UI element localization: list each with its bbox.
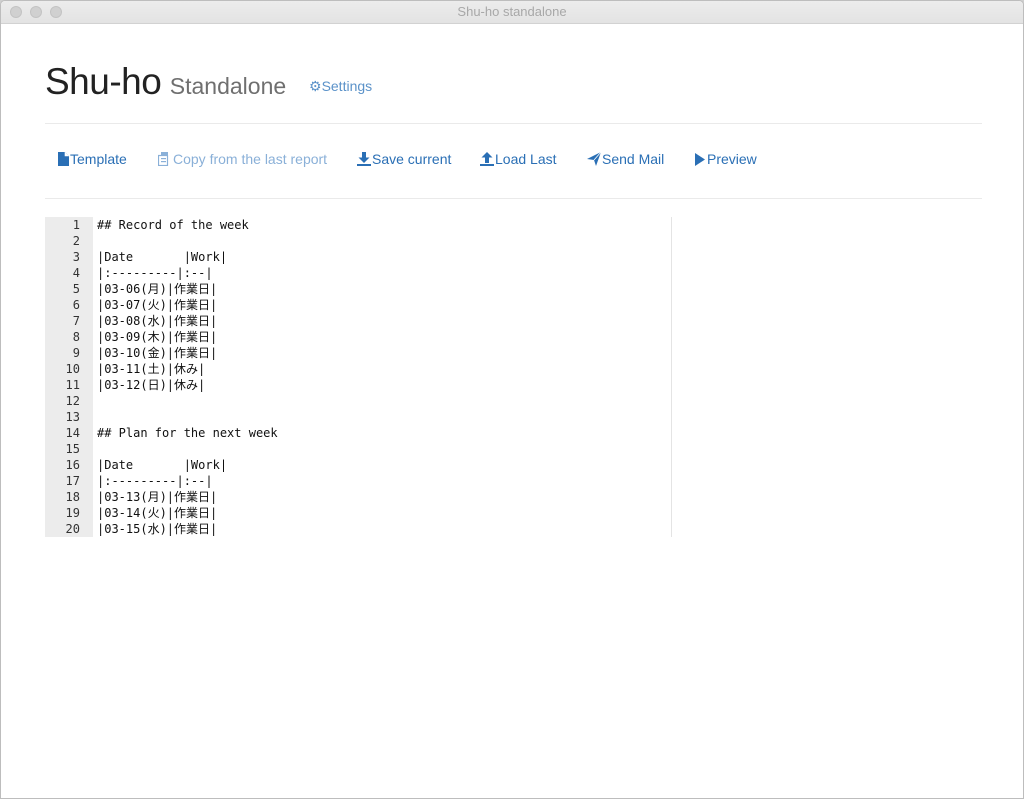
line-number: 18 <box>65 490 80 504</box>
window-title: Shu-ho standalone <box>457 4 567 19</box>
line-text[interactable]: |Date |Work| <box>97 249 227 265</box>
editor-line: 7 |03-08(水)|作業日| <box>45 313 671 329</box>
line-number: 8 <box>72 330 80 344</box>
line-number: 20 <box>65 522 80 536</box>
page-title: Shu-ho Standalone <box>45 61 286 103</box>
editor-line: 1 ## Record of the week <box>45 217 671 233</box>
line-text[interactable]: |03-10(金)|作業日| <box>97 345 217 361</box>
copy-from-last-report-button[interactable]: Copy from the last report <box>158 151 327 167</box>
line-number: 1 <box>72 218 80 232</box>
editor-line: 14 ## Plan for the next week <box>45 425 671 441</box>
editor-line: 18 |03-13(月)|作業日| <box>45 489 671 505</box>
line-text[interactable]: |03-13(月)|作業日| <box>97 489 217 505</box>
editor-line: 9 |03-10(金)|作業日| <box>45 345 671 361</box>
editor-line: 4 |:---------|:--| <box>45 265 671 281</box>
line-text[interactable]: |03-15(水)|作業日| <box>97 521 217 537</box>
line-number: 16 <box>65 458 80 472</box>
load-last-button[interactable]: Load Last <box>480 151 557 167</box>
divider-bottom <box>45 198 982 199</box>
line-number: 6 <box>72 298 80 312</box>
send-icon <box>587 152 601 166</box>
editor-line: 19 |03-14(火)|作業日| <box>45 505 671 521</box>
line-number: 17 <box>65 474 80 488</box>
file-icon <box>58 152 69 166</box>
editor-line: 2 <box>45 233 671 249</box>
line-text[interactable]: |Date |Work| <box>97 457 227 473</box>
editor-line: 13 <box>45 409 671 425</box>
line-number: 7 <box>72 314 80 328</box>
app-name: Shu-ho <box>45 61 162 102</box>
template-button[interactable]: Template <box>58 151 127 167</box>
editor-line: 16 |Date |Work| <box>45 457 671 473</box>
editor-line: 5 |03-06(月)|作業日| <box>45 281 671 297</box>
download-icon <box>357 152 371 166</box>
line-number: 9 <box>72 346 80 360</box>
load-label: Load Last <box>495 151 557 167</box>
preview-label: Preview <box>707 151 757 167</box>
line-text[interactable]: |03-11(土)|休み| <box>97 361 205 377</box>
line-number: 14 <box>65 426 80 440</box>
line-text[interactable]: |03-12(日)|休み| <box>97 377 205 393</box>
line-text[interactable]: |:---------|:--| <box>97 265 213 281</box>
line-number: 10 <box>65 362 80 376</box>
line-number: 12 <box>65 394 80 408</box>
settings-label: Settings <box>321 78 373 94</box>
line-number: 15 <box>65 442 80 456</box>
gear-icon: ⚙ <box>309 78 322 94</box>
editor-line: 20 |03-15(水)|作業日| <box>45 521 671 537</box>
template-label: Template <box>70 151 127 167</box>
line-text[interactable]: ## Plan for the next week <box>97 425 278 441</box>
save-label: Save current <box>372 151 452 167</box>
line-text[interactable]: |03-14(火)|作業日| <box>97 505 217 521</box>
line-text[interactable]: |03-08(水)|作業日| <box>97 313 217 329</box>
settings-link[interactable]: ⚙Settings <box>309 78 372 95</box>
app-window: Shu-ho standalone Shu-ho Standalone ⚙Set… <box>0 0 1024 799</box>
titlebar[interactable]: Shu-ho standalone <box>1 1 1023 24</box>
line-text[interactable]: |03-06(月)|作業日| <box>97 281 217 297</box>
app-subtitle: Standalone <box>169 73 287 99</box>
play-icon <box>695 152 705 166</box>
line-text[interactable]: ## Record of the week <box>97 217 249 233</box>
editor-line: 12 <box>45 393 671 409</box>
editor-line: 17 |:---------|:--| <box>45 473 671 489</box>
line-number: 13 <box>65 410 80 424</box>
send-mail-button[interactable]: Send Mail <box>587 151 664 167</box>
editor-line: 11 |03-12(日)|休み| <box>45 377 671 393</box>
line-number: 11 <box>65 378 80 392</box>
editor-line: 3 |Date |Work| <box>45 249 671 265</box>
line-number: 4 <box>72 266 80 280</box>
line-text[interactable]: |:---------|:--| <box>97 473 213 489</box>
save-current-button[interactable]: Save current <box>357 151 451 167</box>
editor-line: 6 |03-07(火)|作業日| <box>45 297 671 313</box>
copy-icon <box>158 152 169 166</box>
upload-icon <box>480 152 494 166</box>
line-text[interactable]: |03-07(火)|作業日| <box>97 297 217 313</box>
line-number: 3 <box>72 250 80 264</box>
divider-top <box>45 123 982 124</box>
line-number: 2 <box>72 234 80 248</box>
markdown-editor[interactable]: 1 ## Record of the week 2 3 |Date |Work|… <box>45 217 672 537</box>
editor-line: 15 <box>45 441 671 457</box>
preview-button[interactable]: Preview <box>694 151 757 167</box>
line-number: 5 <box>72 282 80 296</box>
line-number: 19 <box>65 506 80 520</box>
editor-line: 10 |03-11(土)|休み| <box>45 361 671 377</box>
send-label: Send Mail <box>602 151 665 167</box>
copy-label: Copy from the last report <box>173 151 328 167</box>
editor-line: 8 |03-09(木)|作業日| <box>45 329 671 345</box>
line-text[interactable]: |03-09(木)|作業日| <box>97 329 217 345</box>
